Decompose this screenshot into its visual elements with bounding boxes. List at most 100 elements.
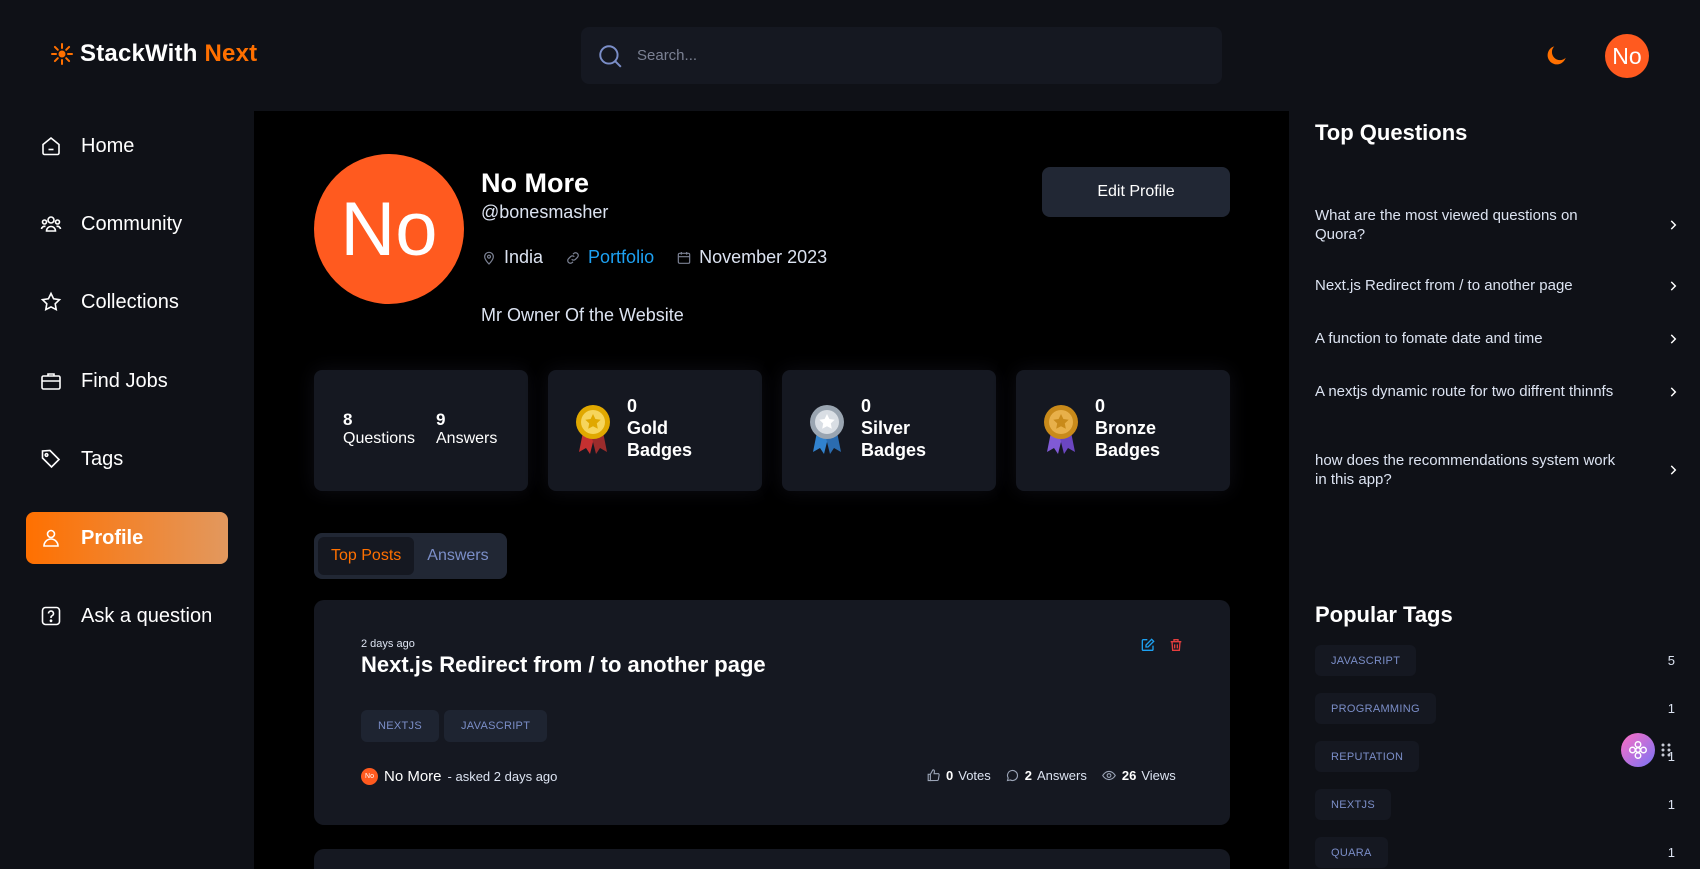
home-icon: [42, 136, 60, 156]
top-question-item[interactable]: Next.js Redirect from / to another page: [1315, 276, 1680, 295]
popular-tag[interactable]: QUARA: [1315, 837, 1388, 868]
top-questions-title: Top Questions: [1315, 120, 1468, 145]
popular-tag-row[interactable]: QUARA 1: [1315, 837, 1675, 868]
profile-tabs: Top Posts Answers: [314, 533, 507, 579]
post-tag-nextjs[interactable]: NEXTJS: [361, 710, 439, 742]
top-question-item[interactable]: A function to fomate date and time: [1315, 329, 1680, 348]
profile-joined-date: November 2023: [676, 247, 827, 268]
profile-username: @bonesmasher: [481, 202, 609, 222]
tag-count: 1: [1667, 845, 1675, 860]
popular-tag[interactable]: REPUTATION: [1315, 741, 1420, 772]
top-question-item[interactable]: how does the recommendations system work…: [1315, 451, 1680, 489]
bronze-medal-icon: [1044, 405, 1078, 454]
popular-tag[interactable]: PROGRAMMING: [1315, 693, 1436, 724]
logo-text: StackWith Next: [80, 40, 258, 67]
tab-answers[interactable]: Answers: [414, 537, 501, 575]
message-icon: [1006, 769, 1018, 782]
chevron-right-icon: [1670, 465, 1677, 475]
author-name[interactable]: No More: [384, 768, 442, 785]
popular-tags-title: Popular Tags: [1315, 602, 1453, 627]
profile-portfolio[interactable]: Portfolio: [565, 247, 654, 268]
question-card[interactable]: 2 days ago Next.js Redirect from / to an…: [314, 600, 1230, 825]
question-icon: [41, 606, 61, 626]
stats-card-bronze-badges: 0 Bronze Badges: [1016, 370, 1230, 491]
top-question-item[interactable]: What are the most viewed questions on Qu…: [1315, 206, 1680, 244]
eye-icon: [1101, 770, 1116, 781]
sidebar-item-label: Tags: [81, 447, 124, 470]
edit-icon[interactable]: [1140, 637, 1156, 653]
sidebar-item-collections[interactable]: Collections: [26, 276, 228, 328]
moon-icon[interactable]: [1544, 42, 1570, 68]
silver-medal-icon: [810, 405, 844, 454]
global-search[interactable]: [581, 27, 1222, 84]
post-metrics: 0 Votes 2 Answers 26 Views: [926, 768, 1176, 783]
gold-medal-icon: [576, 405, 610, 454]
sidebar-item-profile[interactable]: Profile: [26, 512, 228, 564]
sidebar-item-label: Home: [81, 134, 135, 157]
sidebar-item-home[interactable]: Home: [26, 120, 228, 172]
flower-icon: [1629, 741, 1647, 759]
question-card[interactable]: [314, 849, 1230, 869]
tag-count: 5: [1667, 653, 1675, 668]
user-avatar[interactable]: No: [1605, 34, 1649, 78]
post-title[interactable]: Next.js Redirect from / to another page: [361, 652, 766, 678]
chevron-right-icon: [1670, 280, 1677, 291]
sidebar-item-community[interactable]: Community: [26, 198, 228, 250]
chevron-right-icon: [1670, 220, 1677, 230]
answers-metric: 2 Answers: [1005, 768, 1087, 783]
trash-icon[interactable]: [1168, 637, 1184, 653]
search-input[interactable]: [637, 47, 1197, 64]
popular-tag-row[interactable]: NEXTJS 1: [1315, 789, 1675, 820]
popular-tag-row[interactable]: JAVASCRIPT 5: [1315, 645, 1675, 676]
top-navbar: StackWith Next No: [0, 0, 1700, 111]
top-question-item[interactable]: A nextjs dynamic route for two diffrent …: [1315, 382, 1680, 401]
location-pin-icon: [484, 251, 494, 265]
tag-icon: [41, 449, 61, 469]
popular-tag[interactable]: JAVASCRIPT: [1315, 645, 1417, 676]
profile-bio: Mr Owner Of the Website: [481, 305, 684, 325]
sidebar-item-label: Profile: [81, 526, 144, 549]
sidebar-item-label: Find Jobs: [81, 369, 168, 392]
sidebar-item-label: Collections: [81, 290, 179, 313]
popular-tag[interactable]: NEXTJS: [1315, 789, 1391, 820]
post-author[interactable]: No No More - asked 2 days ago: [361, 768, 557, 785]
sidebar-item-ask-question[interactable]: Ask a question: [26, 590, 228, 642]
stats-card-posts: 8 Questions 9 Answers: [314, 370, 528, 491]
stats-card-gold-badges: 0 Gold Badges: [548, 370, 762, 491]
author-avatar: No: [361, 768, 378, 785]
chevron-right-icon: [1670, 333, 1677, 344]
stats-card-silver-badges: 0 Silver Badges: [782, 370, 996, 491]
sidebar-item-label: Ask a question: [81, 604, 213, 627]
asked-time: - asked 2 days ago: [447, 769, 558, 784]
post-tag-javascript[interactable]: JAVASCRIPT: [444, 710, 548, 742]
profile-meta: India Portfolio November 2023: [481, 247, 849, 268]
profile-avatar: No: [314, 154, 464, 304]
user-icon: [43, 529, 59, 547]
suitcase-icon: [41, 373, 61, 390]
assistant-widget-button[interactable]: [1621, 733, 1655, 767]
sidebar-item-find-jobs[interactable]: Find Jobs: [26, 355, 228, 407]
users-icon: [40, 216, 62, 232]
search-icon: [599, 44, 622, 68]
popular-tag-row[interactable]: PROGRAMMING 1: [1315, 693, 1675, 724]
tag-count: 1: [1667, 797, 1675, 812]
link-icon: [567, 251, 579, 264]
questions-stat: 8 Questions: [343, 410, 416, 447]
portfolio-link[interactable]: Portfolio: [588, 247, 654, 268]
star-icon: [40, 291, 62, 312]
profile-name: No More: [481, 168, 589, 198]
drag-handle-icon[interactable]: [1660, 742, 1672, 758]
answers-stat: 9 Answers: [436, 410, 498, 447]
chevron-right-icon: [1670, 386, 1677, 397]
logo[interactable]: StackWith Next: [50, 40, 257, 68]
calendar-icon: [677, 251, 691, 264]
post-timestamp: 2 days ago: [361, 638, 415, 650]
tab-top-posts[interactable]: Top Posts: [318, 537, 415, 575]
edit-profile-button[interactable]: Edit Profile: [1042, 167, 1230, 217]
votes-metric: 0 Votes: [926, 768, 991, 783]
sidebar-item-label: Community: [81, 212, 183, 235]
post-actions: [1140, 637, 1184, 653]
thumbs-up-icon: [927, 769, 940, 782]
views-metric: 26 Views: [1101, 768, 1176, 783]
sidebar-item-tags[interactable]: Tags: [26, 433, 228, 485]
